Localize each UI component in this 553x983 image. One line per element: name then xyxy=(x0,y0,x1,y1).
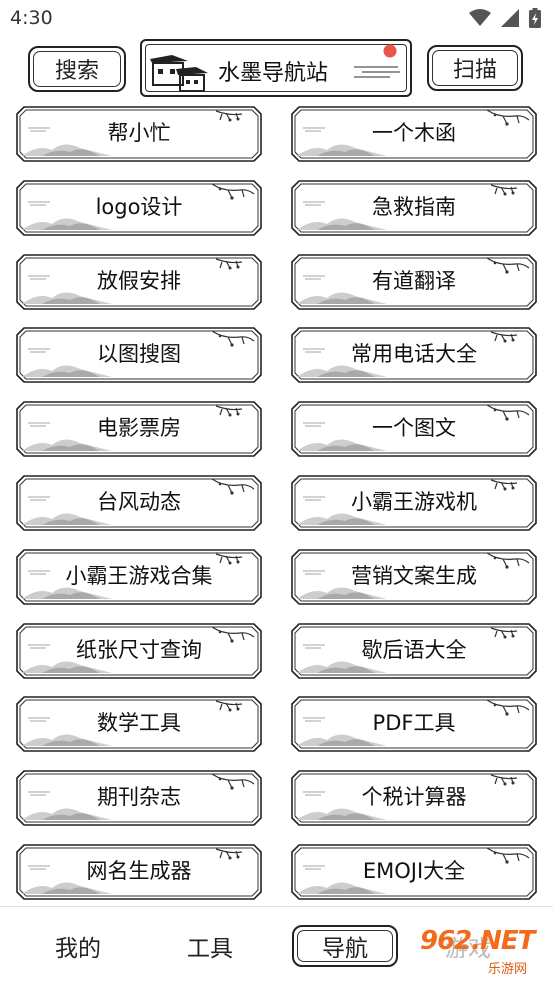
nav-card[interactable]: 帮小忙 xyxy=(16,106,262,162)
ink-house-icon xyxy=(150,55,208,92)
tab-nav-label: 导航 xyxy=(322,936,368,962)
nav-card-label: 急救指南 xyxy=(372,195,456,219)
nav-card[interactable]: 有道翻译 xyxy=(291,254,537,310)
nav-card[interactable]: 放假安排 xyxy=(16,254,262,310)
red-sun-seal xyxy=(383,44,397,58)
battery-icon xyxy=(529,8,541,28)
status-icons xyxy=(469,8,541,28)
nav-card[interactable]: 个税计算器 xyxy=(291,770,537,826)
app-title-banner: 水墨导航站 xyxy=(140,39,412,97)
status-time: 4:30 xyxy=(10,7,53,29)
tab-mine-label: 我的 xyxy=(55,936,101,962)
nav-card-label: 台风动态 xyxy=(97,490,181,514)
nav-card[interactable]: 以图搜图 xyxy=(16,327,262,383)
nav-card-label: 小霸王游戏机 xyxy=(351,490,477,514)
tool-grid: 帮小忙 一个木函 logo设计 急救指南放假安排 有道翻译以图搜图 常用电话大全电影票房 一… xyxy=(0,106,553,904)
nav-card-label: 一个木函 xyxy=(372,121,456,145)
nav-card-label: 小霸王游戏合集 xyxy=(65,564,213,588)
nav-card[interactable]: 数学工具 xyxy=(16,696,262,752)
nav-card-label: 期刊杂志 xyxy=(97,785,181,809)
watermark-brand: 962.NET xyxy=(420,926,535,956)
nav-card-label: 营销文案生成 xyxy=(351,564,477,588)
watermark-sub: 乐游网 xyxy=(488,962,528,977)
status-bar: 4:30 xyxy=(0,0,553,36)
nav-card[interactable]: logo设计 xyxy=(16,180,262,236)
app-title: 水墨导航站 xyxy=(218,61,329,86)
scan-button[interactable]: 扫描 xyxy=(427,45,523,91)
search-button[interactable]: 搜索 xyxy=(28,46,126,92)
nav-card[interactable]: 常用电话大全 xyxy=(291,327,537,383)
nav-card-label: 歇后语大全 xyxy=(361,638,467,662)
nav-card-label: 个税计算器 xyxy=(361,785,467,809)
nav-card-label: 有道翻译 xyxy=(372,269,456,293)
nav-card-label: 纸张尺寸查询 xyxy=(76,638,202,662)
nav-card[interactable]: 歇后语大全 xyxy=(291,623,537,679)
signal-icon xyxy=(501,9,519,27)
site-watermark: 962.NET 乐游网 xyxy=(414,924,548,978)
nav-card[interactable]: 期刊杂志 xyxy=(16,770,262,826)
nav-card[interactable]: 一个木函 xyxy=(291,106,537,162)
nav-card-label: 帮小忙 xyxy=(107,121,171,145)
nav-card[interactable]: 营销文案生成 xyxy=(291,549,537,605)
tab-tools-label: 工具 xyxy=(187,936,233,962)
nav-card-label: 电影票房 xyxy=(97,416,181,440)
nav-card[interactable]: 小霸王游戏机 xyxy=(291,475,537,531)
nav-card[interactable]: PDF工具 xyxy=(291,696,537,752)
nav-card-label: PDF工具 xyxy=(372,711,456,735)
nav-card-label: EMOJI大全 xyxy=(362,859,466,883)
nav-card[interactable]: 急救指南 xyxy=(291,180,537,236)
nav-card[interactable]: 台风动态 xyxy=(16,475,262,531)
nav-card-label: 常用电话大全 xyxy=(351,342,477,366)
nav-card[interactable]: 网名生成器 xyxy=(16,844,262,900)
wifi-icon xyxy=(469,9,491,26)
scan-button-label: 扫描 xyxy=(452,58,497,83)
nav-card-label: 网名生成器 xyxy=(86,859,192,883)
search-button-label: 搜索 xyxy=(54,59,99,84)
tab-tools[interactable]: 工具 xyxy=(160,925,260,967)
nav-card-label: logo设计 xyxy=(95,195,183,219)
nav-card-label: 以图搜图 xyxy=(97,342,181,366)
nav-card[interactable]: 纸张尺寸查询 xyxy=(16,623,262,679)
nav-card-label: 数学工具 xyxy=(97,711,181,735)
nav-card[interactable]: 电影票房 xyxy=(16,401,262,457)
nav-card-label: 一个图文 xyxy=(372,416,456,440)
nav-card-label: 放假安排 xyxy=(97,269,181,293)
cloud-line-decor xyxy=(354,66,400,78)
tab-mine[interactable]: 我的 xyxy=(28,925,128,967)
nav-card[interactable]: EMOJI大全 xyxy=(291,844,537,900)
header: 搜索 水墨导航站 扫描 xyxy=(0,36,553,102)
tab-nav[interactable]: 导航 xyxy=(292,925,398,967)
nav-card[interactable]: 一个图文 xyxy=(291,401,537,457)
nav-card[interactable]: 小霸王游戏合集 xyxy=(16,549,262,605)
